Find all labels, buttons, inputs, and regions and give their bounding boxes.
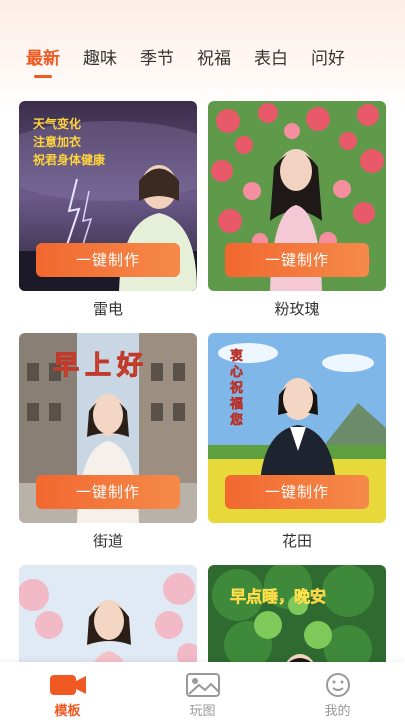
- nav-play-image[interactable]: 玩图: [135, 662, 270, 720]
- overlay-line: 天气变化: [33, 117, 82, 131]
- nav-label: 我的: [324, 704, 351, 719]
- template-thumbnail[interactable]: 早上好 一键制作: [19, 333, 197, 523]
- template-card-lightning[interactable]: 天气变化 注意加衣 祝君身体健康 一键制作 雷电: [19, 101, 197, 318]
- tab-confession[interactable]: 表白: [254, 46, 288, 72]
- bottom-navigation: 模板 玩图 我的: [0, 662, 405, 720]
- image-icon: [185, 673, 220, 697]
- tab-fun[interactable]: 趣味: [83, 46, 117, 72]
- nav-templates[interactable]: 模板: [0, 662, 135, 720]
- template-caption: 粉玫瑰: [274, 300, 320, 318]
- overlay-vertical-text: 衷心祝福您: [230, 349, 244, 429]
- tab-greeting[interactable]: 问好: [311, 46, 345, 72]
- make-button[interactable]: 一键制作: [36, 475, 180, 509]
- make-button[interactable]: 一键制作: [225, 243, 369, 277]
- template-card-street[interactable]: 早上好 一键制作 街道: [19, 333, 197, 550]
- make-button[interactable]: 一键制作: [225, 475, 369, 509]
- template-thumbnail[interactable]: 衷心祝福您 一键制作: [208, 333, 386, 523]
- template-thumbnail[interactable]: 天气变化 注意加衣 祝君身体健康 一键制作: [19, 101, 197, 291]
- nav-label: 玩图: [189, 704, 216, 719]
- overlay-line: 祝君身体健康: [33, 153, 106, 167]
- template-caption: 花田: [281, 532, 312, 550]
- nav-label: 模板: [54, 704, 81, 719]
- overlay-line: 注意加衣: [33, 135, 82, 149]
- tab-season[interactable]: 季节: [140, 46, 174, 72]
- tab-latest[interactable]: 最新: [26, 46, 60, 78]
- video-camera-icon: [49, 675, 86, 695]
- overlay-title: 早点睡，晚安: [230, 587, 327, 607]
- overlay-title: 早上好: [52, 351, 150, 382]
- template-thumbnail[interactable]: 一键制作: [208, 101, 386, 291]
- tab-blessing[interactable]: 祝福: [197, 46, 231, 72]
- category-tabs: 最新 趣味 季节 祝福 表白 问好: [0, 46, 405, 78]
- template-caption: 街道: [92, 532, 123, 550]
- smiley-icon: [325, 673, 350, 697]
- nav-mine[interactable]: 我的: [270, 662, 405, 720]
- make-button[interactable]: 一键制作: [36, 243, 180, 277]
- template-card-flower-field[interactable]: 衷心祝福您 一键制作 花田: [208, 333, 386, 550]
- template-caption: 雷电: [92, 300, 123, 318]
- template-card-pink-rose[interactable]: 一键制作 粉玫瑰: [208, 101, 386, 318]
